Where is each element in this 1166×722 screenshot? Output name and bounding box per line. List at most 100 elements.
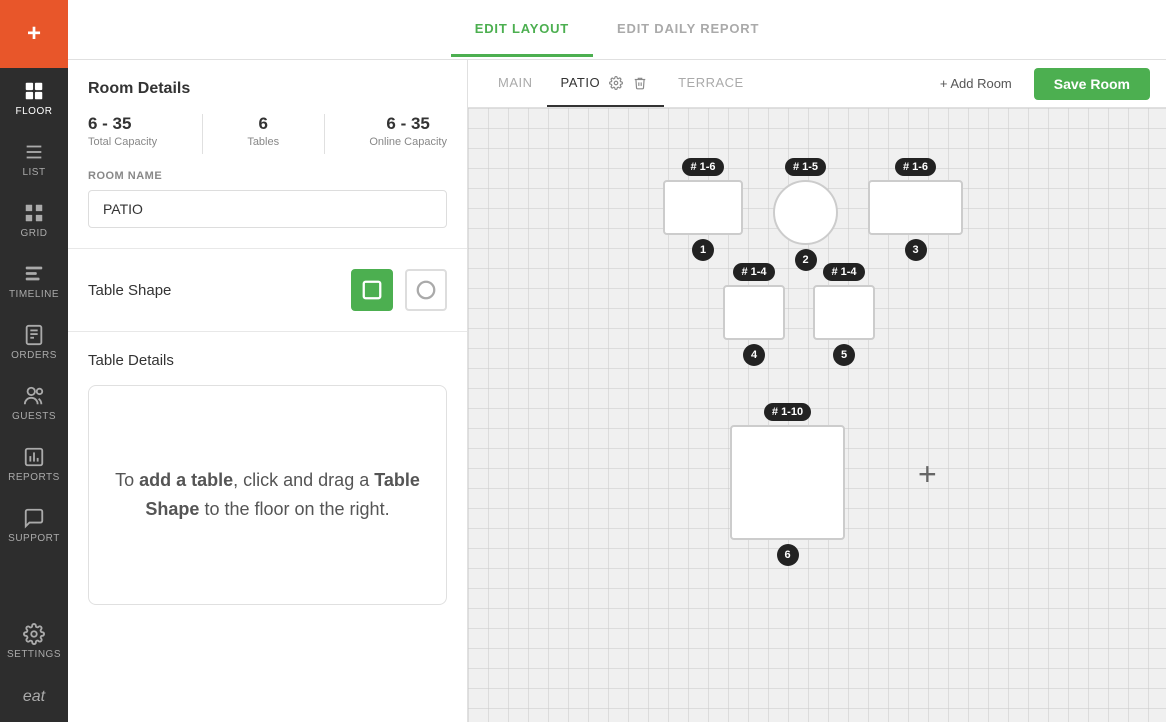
table-number-4: 4 — [743, 344, 765, 366]
tab-edit-layout[interactable]: EDIT LAYOUT — [451, 3, 593, 57]
table-body-2 — [773, 180, 838, 245]
table-number-1: 1 — [692, 239, 714, 261]
guests-icon — [23, 385, 45, 407]
sidebar-item-settings[interactable]: SETTINGS — [0, 611, 68, 672]
table-label-1: # 1-6 — [682, 158, 723, 176]
room-tab-patio[interactable]: PATIO — [547, 61, 665, 107]
sidebar-item-timeline[interactable]: TIMELINE — [0, 251, 68, 312]
canvas-table-4[interactable]: # 1-4 4 — [723, 263, 785, 366]
online-capacity-label: Online Capacity — [369, 136, 447, 148]
table-shape-label: Table Shape — [88, 282, 171, 299]
floor-right: MAIN PATIO TERRACE + Add Room — [468, 60, 1166, 722]
table-body-3 — [868, 180, 963, 235]
sidebar-item-label-list: LIST — [22, 167, 45, 178]
main-content: EDIT LAYOUT EDIT DAILY REPORT Room Detai… — [68, 0, 1166, 722]
canvas-table-2[interactable]: # 1-52 — [773, 158, 838, 271]
sidebar-item-label-grid: GRID — [21, 228, 48, 239]
sidebar-item-floor[interactable]: FLOOR — [0, 68, 68, 129]
grid-area[interactable]: + # 1-61# 1-52# 1-63# 1-44# 1-45# 1-106 — [468, 108, 1166, 722]
logo-plus-icon: + — [27, 20, 41, 48]
table-shape-options — [351, 269, 447, 311]
shape-btn-circle[interactable] — [405, 269, 447, 311]
grid-icon — [23, 202, 45, 224]
table-number-5: 5 — [833, 344, 855, 366]
circle-shape-icon — [415, 279, 437, 301]
content-area: Room Details 6 - 35 Total Capacity 6 Tab… — [68, 60, 1166, 722]
room-tabs-bar: MAIN PATIO TERRACE + Add Room — [468, 60, 1166, 108]
sidebar-logo[interactable]: + — [0, 0, 68, 68]
square-shape-icon — [361, 279, 383, 301]
table-shape-section: Table Shape — [68, 249, 467, 332]
floor-icon — [23, 80, 45, 102]
total-capacity-label: Total Capacity — [88, 136, 157, 148]
sidebar-item-guests[interactable]: GUESTS — [0, 373, 68, 434]
sidebar-item-label-timeline: TIMELINE — [9, 289, 59, 300]
orders-icon — [23, 324, 45, 346]
add-room-button[interactable]: + Add Room — [930, 70, 1022, 97]
table-body-6 — [730, 425, 845, 540]
sidebar-bottom: SETTINGS eat — [0, 611, 68, 722]
save-room-button[interactable]: Save Room — [1034, 68, 1150, 100]
instruction-bold-add-table: add a table — [139, 470, 233, 490]
patio-settings-icon[interactable] — [606, 73, 626, 93]
table-details-section: Table Details To add a table, click and … — [68, 332, 467, 625]
left-panel: Room Details 6 - 35 Total Capacity 6 Tab… — [68, 60, 468, 722]
sidebar-item-list[interactable]: LIST — [0, 129, 68, 190]
room-name-input[interactable] — [88, 190, 447, 228]
table-label-2: # 1-5 — [785, 158, 826, 176]
top-nav-tabs: EDIT LAYOUT EDIT DAILY REPORT — [88, 3, 1146, 57]
sidebar-item-grid[interactable]: GRID — [0, 190, 68, 251]
room-tab-terrace[interactable]: TERRACE — [664, 63, 758, 104]
room-tab-patio-label: PATIO — [561, 75, 601, 90]
timeline-icon — [23, 263, 45, 285]
list-icon — [23, 141, 45, 163]
table-label-6: # 1-10 — [764, 403, 811, 421]
settings-icon — [23, 623, 45, 645]
room-tab-patio-icons — [606, 73, 650, 93]
tables-value: 6 — [258, 114, 267, 134]
tab-edit-daily-report[interactable]: EDIT DAILY REPORT — [593, 3, 783, 57]
shape-btn-square[interactable] — [351, 269, 393, 311]
sidebar-item-label-floor: FLOOR — [16, 106, 53, 117]
room-tab-main[interactable]: MAIN — [484, 63, 547, 104]
sidebar-item-support[interactable]: SUPPORT — [0, 495, 68, 556]
total-capacity-item: 6 - 35 Total Capacity — [88, 114, 157, 148]
canvas-table-1[interactable]: # 1-6 1 — [663, 158, 743, 261]
brand-label: eat — [23, 672, 45, 722]
tables-item: 6 Tables — [247, 114, 279, 148]
online-capacity-item: 6 - 35 Online Capacity — [369, 114, 447, 148]
room-tabs-right: + Add Room Save Room — [930, 68, 1150, 100]
room-details-section: Room Details 6 - 35 Total Capacity 6 Tab… — [68, 60, 467, 249]
canvas-table-6[interactable]: # 1-106 — [730, 403, 845, 566]
capacity-row: 6 - 35 Total Capacity 6 Tables 6 - 35 On… — [88, 114, 447, 154]
canvas-table-5[interactable]: # 1-4 5 — [813, 263, 875, 366]
tables-label: Tables — [247, 136, 279, 148]
total-capacity-value: 6 - 35 — [88, 114, 131, 134]
capacity-divider-1 — [202, 114, 203, 154]
patio-delete-icon[interactable] — [630, 73, 650, 93]
room-details-title: Room Details — [88, 80, 447, 98]
sidebar: + FLOOR LIST GRID TIMELINE ORDERS GUESTS… — [0, 0, 68, 722]
sidebar-item-label-orders: ORDERS — [11, 350, 57, 361]
table-number-3: 3 — [905, 239, 927, 261]
room-name-label: ROOM NAME — [88, 170, 447, 182]
table-body-1 — [663, 180, 743, 235]
sidebar-item-label-guests: GUESTS — [12, 411, 56, 422]
sidebar-item-label-reports: REPORTS — [8, 472, 60, 483]
sidebar-item-reports[interactable]: REPORTS — [0, 434, 68, 495]
sidebar-item-label-support: SUPPORT — [8, 533, 60, 544]
top-nav: EDIT LAYOUT EDIT DAILY REPORT — [68, 0, 1166, 60]
sidebar-item-label-settings: SETTINGS — [7, 649, 61, 660]
capacity-divider-2 — [324, 114, 325, 154]
canvas-table-3[interactable]: # 1-63 — [868, 158, 963, 261]
table-details-title: Table Details — [88, 352, 447, 369]
reports-icon — [23, 446, 45, 468]
table-label-5: # 1-4 — [823, 263, 864, 281]
table-label-4: # 1-4 — [733, 263, 774, 281]
support-icon — [23, 507, 45, 529]
sidebar-item-orders[interactable]: ORDERS — [0, 312, 68, 373]
online-capacity-value: 6 - 35 — [386, 114, 429, 134]
table-details-card: To add a table, click and drag a Table S… — [88, 385, 447, 605]
plus-cursor: + — [918, 458, 937, 490]
table-body-4 — [723, 285, 785, 340]
